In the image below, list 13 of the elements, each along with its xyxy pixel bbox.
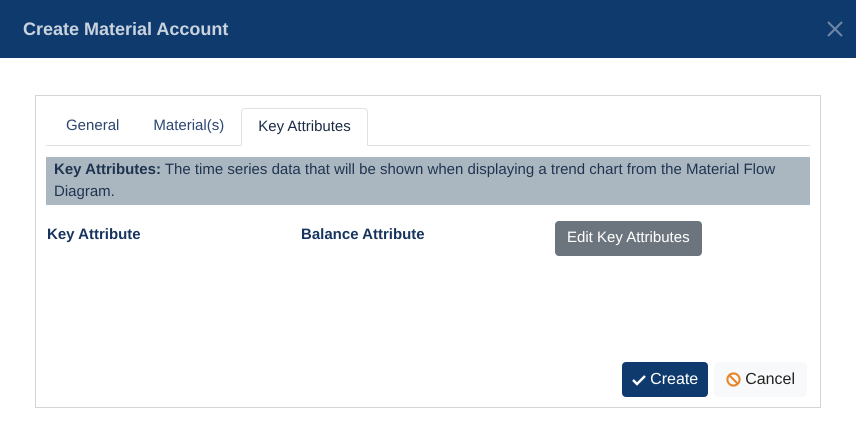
create-button[interactable]: Create <box>622 362 708 397</box>
info-banner: Key Attributes: The time series data that will be shown when displaying a trend chart from the Material Flow Diagram. <box>46 157 810 205</box>
tab[interactable]: General <box>49 108 136 145</box>
ban-icon <box>726 372 742 387</box>
column-header: Key Attribute <box>47 225 142 245</box>
cancel-button[interactable]: Cancel <box>714 362 807 397</box>
tab[interactable]: Material(s) <box>136 108 242 145</box>
check-icon <box>632 374 646 386</box>
tab[interactable]: Key Attributes <box>241 108 368 146</box>
close-icon[interactable] <box>826 20 844 38</box>
window-title: Create Material Account <box>23 18 228 40</box>
column-header: Balance Attribute <box>301 225 426 245</box>
edit-key-attributes-button[interactable]: Edit Key Attributes <box>555 221 702 256</box>
